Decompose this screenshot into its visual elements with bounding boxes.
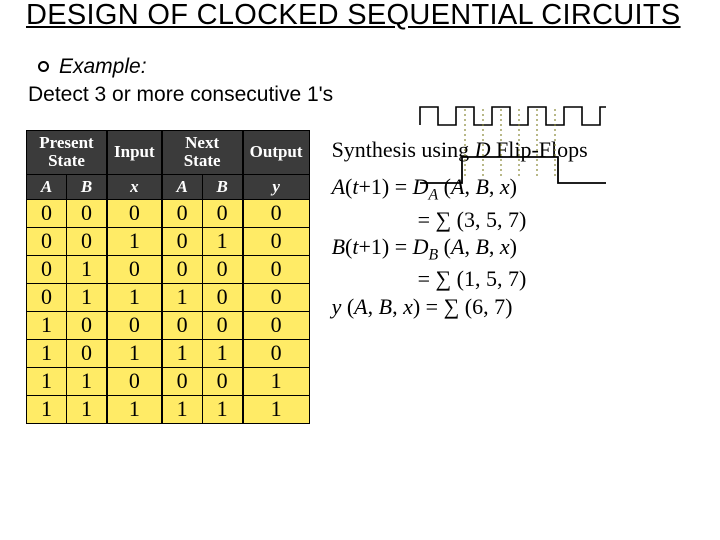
table-row: 001010 — [27, 227, 310, 255]
eq-y: y (A, B, x) = ∑ (6, 7) — [332, 293, 588, 321]
sub-B1: B — [67, 174, 108, 199]
col-next-state: Next State — [162, 130, 243, 174]
subheader-row: A B x A B y — [27, 174, 310, 199]
sub-y: y — [243, 174, 309, 199]
example-block: Example: Detect 3 or more consecutive 1'… — [26, 53, 694, 108]
table-row: 110001 — [27, 367, 310, 395]
page-title: DESIGN OF CLOCKED SEQUENTIAL CIRCUITS — [26, 0, 694, 31]
sub-A1: A — [27, 174, 67, 199]
sub-x: x — [107, 174, 162, 199]
table-row: 000000 — [27, 199, 310, 227]
table-row: 101110 — [27, 339, 310, 367]
table-row: 010000 — [27, 255, 310, 283]
sub-B2: B — [202, 174, 243, 199]
table-row: 111111 — [27, 395, 310, 423]
sub-A2: A — [162, 174, 203, 199]
slide: DESIGN OF CLOCKED SEQUENTIAL CIRCUITS Ex… — [0, 0, 720, 540]
col-present-state: Present State — [27, 130, 108, 174]
example-label: Example: — [59, 53, 147, 80]
table-row: 100000 — [27, 311, 310, 339]
col-input: Input — [107, 130, 162, 174]
bullet-row: Example: — [38, 53, 694, 80]
state-table: Present State Input Next State Output A … — [26, 130, 310, 424]
waveform-icon — [418, 103, 608, 189]
bullet-icon — [38, 61, 49, 72]
state-table-body: 000000 001010 010000 011100 100000 10111… — [27, 199, 310, 423]
timing-diagram — [418, 103, 608, 189]
col-output: Output — [243, 130, 309, 174]
table-row: 011100 — [27, 283, 310, 311]
eq-A-sum: = ∑ (3, 5, 7) — [332, 206, 588, 234]
eq-B-sum: = ∑ (1, 5, 7) — [332, 265, 588, 293]
eq-B: B(t+1) = DB (A, B, x) — [332, 233, 588, 265]
header-row: Present State Input Next State Output — [27, 130, 310, 174]
